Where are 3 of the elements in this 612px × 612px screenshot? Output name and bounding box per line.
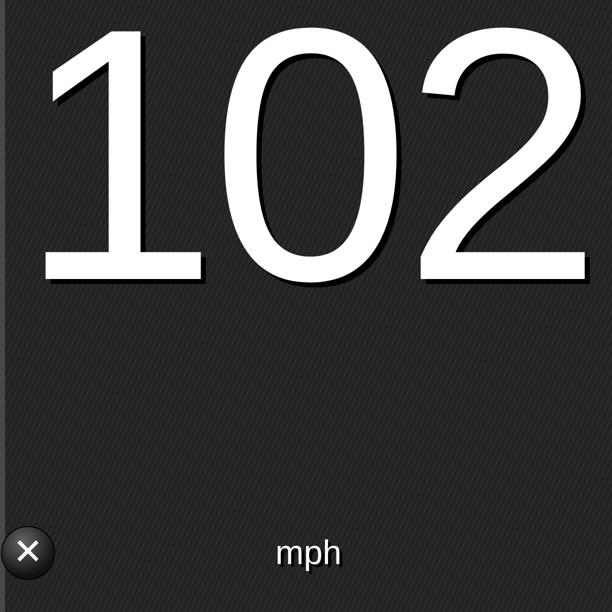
speed-reading: 102 xyxy=(17,0,596,335)
unit-label: mph xyxy=(275,534,342,572)
close-button[interactable]: ✕ xyxy=(1,526,55,580)
